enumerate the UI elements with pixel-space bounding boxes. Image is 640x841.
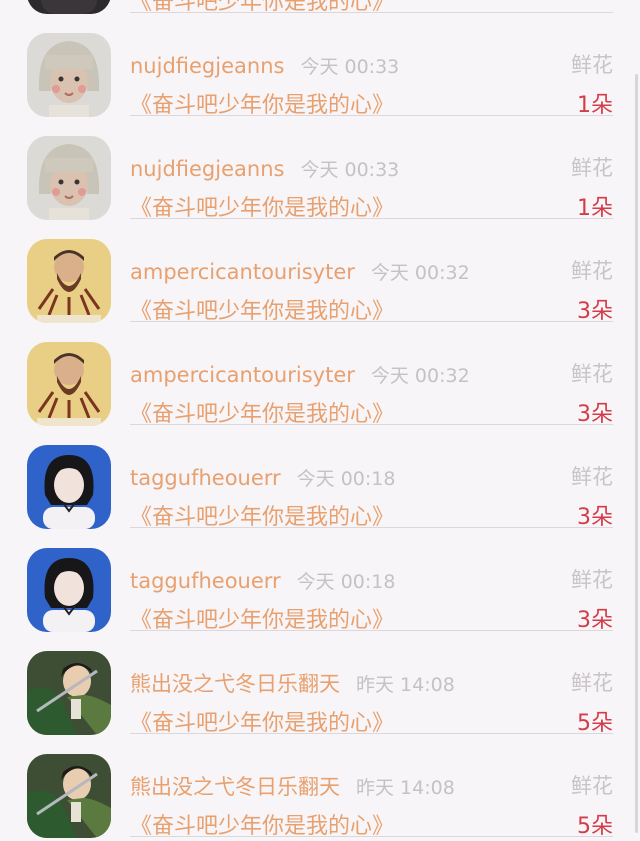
avatar[interactable]	[27, 445, 111, 529]
username[interactable]: ampercicantourisyter 今天 00:32	[130, 259, 470, 286]
avatar[interactable]	[27, 548, 111, 632]
username[interactable]: 熊出没之弋冬日乐翻天 昨天 14:08	[130, 671, 455, 698]
timestamp: 今天 00:32	[370, 262, 470, 284]
list-item[interactable]: 《奋斗吧少年你是我的心》	[0, 0, 640, 15]
avatar[interactable]	[27, 136, 111, 220]
gift-label: 鲜花	[571, 53, 613, 77]
timestamp: 今天 00:33	[300, 159, 400, 181]
gift-label: 鲜花	[571, 671, 613, 695]
gift-label: 鲜花	[571, 568, 613, 592]
list-item[interactable]: nujdfiegjeanns 今天 00:33 鲜花 《奋斗吧少年你是我的心》 1…	[0, 116, 640, 221]
gift-label: 鲜花	[571, 774, 613, 798]
gift-label: 鲜花	[571, 362, 613, 386]
gift-record-list[interactable]: 《奋斗吧少年你是我的心》 nujdfiegjeanns 今天 00:33 鲜花 《…	[0, 0, 640, 839]
avatar[interactable]	[27, 754, 111, 838]
avatar[interactable]	[27, 239, 111, 323]
list-item[interactable]: nujdfiegjeanns 今天 00:33 鲜花 《奋斗吧少年你是我的心》 1…	[0, 13, 640, 118]
avatar-blonde-child-image	[27, 33, 111, 117]
avatar-beard-man-image	[27, 342, 111, 426]
username[interactable]: 熊出没之弋冬日乐翻天 昨天 14:08	[130, 774, 455, 801]
timestamp: 昨天 14:08	[356, 777, 455, 799]
username[interactable]: nujdfiegjeanns 今天 00:33	[130, 53, 399, 80]
avatar[interactable]	[27, 342, 111, 426]
gift-label: 鲜花	[571, 259, 613, 283]
list-item[interactable]: 熊出没之弋冬日乐翻天 昨天 14:08 鲜花 《奋斗吧少年你是我的心》 5朵	[0, 631, 640, 736]
list-item[interactable]: ampercicantourisyter 今天 00:32 鲜花 《奋斗吧少年你是…	[0, 322, 640, 427]
timestamp: 今天 00:18	[296, 571, 396, 593]
avatar-dark-hair-girl-image	[27, 445, 111, 529]
timestamp: 今天 00:33	[300, 56, 400, 78]
username[interactable]: nujdfiegjeanns 今天 00:33	[130, 156, 399, 183]
avatar-beard-man-image	[27, 239, 111, 323]
avatar-dark-hair-girl-image	[27, 548, 111, 632]
list-item[interactable]: taggufheouerr 今天 00:18 鲜花 《奋斗吧少年你是我的心》 3朵	[0, 528, 640, 633]
username[interactable]: ampercicantourisyter 今天 00:32	[130, 362, 470, 389]
avatar-anime-soldier-image	[27, 754, 111, 838]
avatar-blonde-child-image	[27, 136, 111, 220]
avatar	[27, 0, 111, 14]
avatar[interactable]	[27, 33, 111, 117]
gift-label: 鲜花	[571, 156, 613, 180]
timestamp: 今天 00:32	[370, 365, 470, 387]
gift-label: 鲜花	[571, 465, 613, 489]
avatar-dark-portrait-image	[27, 0, 111, 14]
list-item[interactable]: ampercicantourisyter 今天 00:32 鲜花 《奋斗吧少年你是…	[0, 219, 640, 324]
list-item[interactable]: 熊出没之弋冬日乐翻天 昨天 14:08 鲜花 《奋斗吧少年你是我的心》 5朵	[0, 734, 640, 839]
flower-count: 5朵	[577, 814, 613, 839]
avatar[interactable]	[27, 651, 111, 735]
list-item[interactable]: taggufheouerr 今天 00:18 鲜花 《奋斗吧少年你是我的心》 3朵	[0, 425, 640, 530]
timestamp: 今天 00:18	[296, 468, 396, 490]
scrollbar[interactable]	[635, 74, 638, 833]
message-text: 《奋斗吧少年你是我的心》	[130, 814, 395, 839]
avatar-anime-soldier-image	[27, 651, 111, 735]
timestamp: 昨天 14:08	[356, 674, 455, 696]
username[interactable]: taggufheouerr 今天 00:18	[130, 465, 395, 492]
username[interactable]: taggufheouerr 今天 00:18	[130, 568, 395, 595]
